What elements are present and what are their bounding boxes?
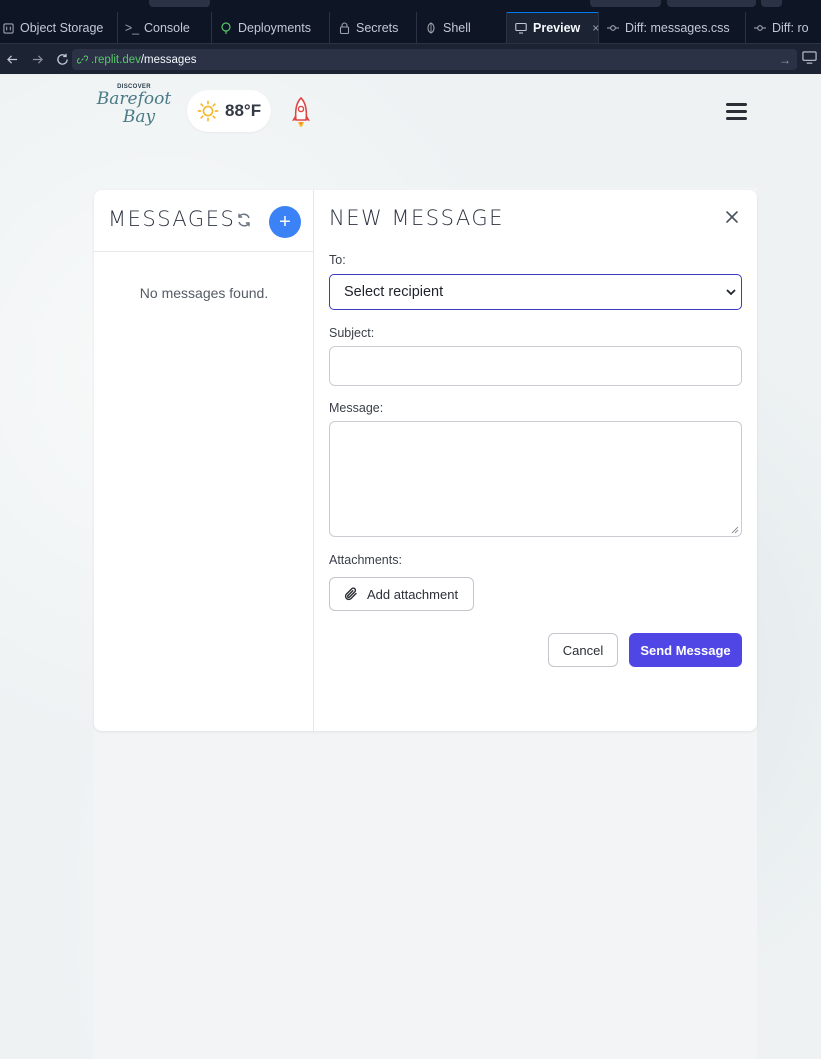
- hamburger-line: [726, 117, 747, 120]
- tab-preview[interactable]: Preview ×: [507, 12, 599, 43]
- to-label: To:: [329, 253, 346, 267]
- weather-temperature: 88°F: [225, 101, 262, 120]
- close-icon[interactable]: [725, 210, 739, 224]
- messages-list-header: MESSAGES +: [94, 190, 314, 252]
- forward-button[interactable]: [25, 44, 50, 74]
- arrow-left-icon: [7, 54, 18, 64]
- arrow-right-icon: [32, 54, 43, 64]
- new-message-button[interactable]: +: [269, 206, 301, 238]
- attachments-label: Attachments:: [329, 553, 402, 567]
- tab-label: Preview: [533, 21, 581, 35]
- url-domain: .replit.dev: [91, 53, 141, 66]
- sun-icon: [197, 100, 219, 122]
- messages-title: MESSAGES: [108, 207, 236, 231]
- link-icon: [77, 55, 88, 64]
- weather-widget[interactable]: 88°F: [187, 90, 271, 132]
- cancel-button[interactable]: Cancel: [548, 633, 618, 667]
- messages-card: MESSAGES + No messages found. NEW MESSAG…: [94, 190, 757, 731]
- plus-icon: +: [279, 211, 291, 233]
- back-button[interactable]: [0, 44, 25, 74]
- top-strip-pill[interactable]: [590, 0, 661, 7]
- ide-tab-bar: Object Storage >_ Console Deployments Se…: [0, 12, 821, 44]
- send-message-button[interactable]: Send Message: [629, 633, 742, 667]
- monitor-icon: [802, 51, 817, 64]
- send-message-label: Send Message: [640, 642, 731, 658]
- tab-label: Diff: ro: [772, 21, 809, 35]
- tab-object-storage[interactable]: Object Storage: [0, 12, 118, 43]
- url-path: /messages: [140, 53, 197, 66]
- tab-diff-ro[interactable]: Diff: ro: [746, 12, 821, 43]
- hamburger-line: [726, 103, 747, 106]
- subject-input[interactable]: [329, 346, 742, 386]
- shell-icon: [425, 22, 437, 34]
- message-label: Message:: [329, 401, 384, 415]
- subject-label: Subject:: [329, 326, 375, 340]
- diff-icon: [754, 22, 766, 34]
- logo-line-1: Barefoot: [96, 89, 172, 109]
- lock-icon: [338, 22, 350, 34]
- tab-label: Object Storage: [20, 21, 104, 35]
- resize-grip-icon[interactable]: [731, 526, 739, 534]
- tab-label: Shell: [443, 21, 471, 35]
- reload-icon: [57, 53, 68, 65]
- add-attachment-label: Add attachment: [367, 586, 459, 602]
- preview-url-bar: .replit.dev/messages →: [0, 44, 821, 74]
- tab-secrets[interactable]: Secrets: [330, 12, 417, 43]
- deployments-icon: [220, 22, 232, 34]
- top-strip-pill[interactable]: [667, 0, 756, 7]
- refresh-icon[interactable]: [236, 212, 252, 228]
- tab-diff-messages-css[interactable]: Diff: messages.css: [599, 12, 746, 43]
- add-attachment-button[interactable]: Add attachment: [329, 577, 474, 611]
- ide-top-strip: [0, 0, 821, 12]
- empty-state-text: No messages found.: [139, 285, 269, 301]
- rocket-icon[interactable]: [289, 96, 313, 136]
- console-icon: >_: [124, 21, 140, 35]
- message-textarea[interactable]: [329, 421, 742, 537]
- compose-panel: NEW MESSAGE To: Select recipient Subject…: [329, 190, 743, 731]
- site-logo[interactable]: DISCOVER Barefoot Bay: [94, 84, 174, 136]
- tab-shell[interactable]: Shell: [417, 12, 507, 43]
- tab-label: Secrets: [356, 21, 399, 35]
- monitor-icon: [515, 22, 527, 34]
- chevron-down-icon: [726, 289, 736, 296]
- open-url-icon[interactable]: →: [779, 53, 791, 67]
- hamburger-icon[interactable]: [726, 103, 747, 120]
- tab-label: Console: [144, 21, 190, 35]
- tab-console[interactable]: >_ Console: [118, 12, 212, 43]
- tab-label: Diff: messages.css: [625, 21, 730, 35]
- diff-icon: [607, 22, 619, 34]
- recipient-selected-value: Select recipient: [344, 284, 444, 300]
- top-strip-pill[interactable]: [761, 0, 782, 7]
- site-preview: DISCOVER Barefoot Bay 88°F MESSAGES + No…: [0, 76, 821, 1059]
- compose-title: NEW MESSAGE: [329, 206, 504, 230]
- url-field[interactable]: .replit.dev/messages →: [72, 49, 797, 70]
- messages-list-pane: MESSAGES + No messages found.: [94, 190, 314, 731]
- recipient-select[interactable]: Select recipient: [329, 274, 742, 310]
- paperclip-icon: [344, 587, 357, 601]
- object-storage-icon: [2, 22, 14, 34]
- tab-label: Deployments: [238, 21, 311, 35]
- cancel-label: Cancel: [562, 642, 604, 658]
- hamburger-line: [726, 110, 747, 113]
- logo-line-2: Bay: [122, 107, 156, 127]
- device-preview-button[interactable]: [802, 50, 820, 68]
- top-strip-pill[interactable]: [149, 0, 210, 7]
- tab-deployments[interactable]: Deployments: [212, 12, 330, 43]
